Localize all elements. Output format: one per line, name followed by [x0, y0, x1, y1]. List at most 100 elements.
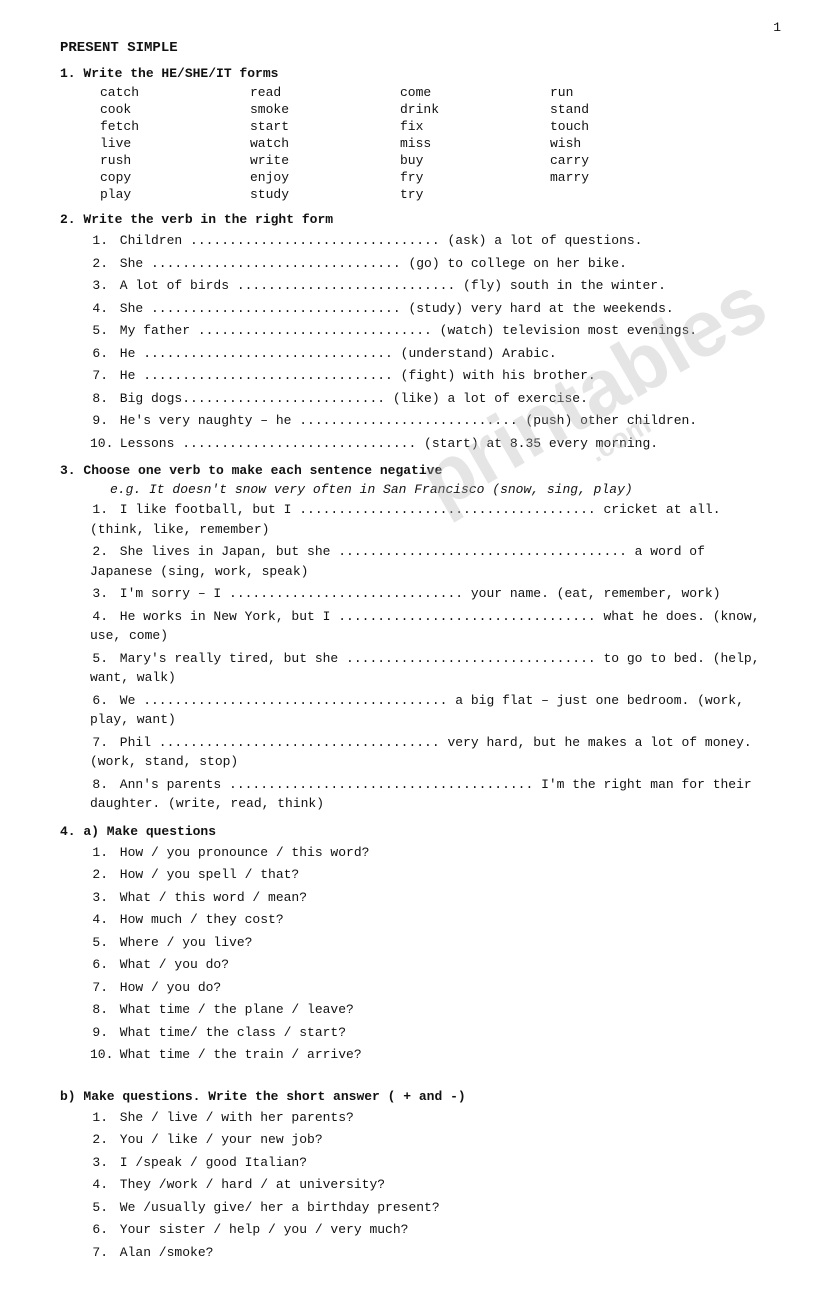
section4a-list: 1. How / you pronounce / this word?2. Ho… — [90, 843, 761, 1065]
verb-grid: catchreadcomerun cooksmokedrinkstand fetch… — [100, 85, 761, 202]
list-item: 2. How / you spell / that? — [90, 865, 761, 885]
verb-item: fix — [400, 119, 550, 134]
item-number: 1. — [90, 1108, 108, 1128]
verb-item: carry — [550, 153, 700, 168]
page-number: 1 — [773, 20, 781, 35]
verb-item: drink — [400, 102, 550, 117]
section3-heading: 3. Choose one verb to make each sentence… — [60, 463, 761, 478]
verb-item: read — [250, 85, 400, 100]
item-number: 4. — [90, 299, 108, 319]
verb-item: cook — [100, 102, 250, 117]
item-number: 10. — [90, 1045, 108, 1065]
item-number: 5. — [90, 933, 108, 953]
list-item: 4. They /work / hard / at university? — [90, 1175, 761, 1195]
item-number: 5. — [90, 649, 108, 669]
item-number: 2. — [90, 542, 108, 562]
list-item: 3. I /speak / good Italian? — [90, 1153, 761, 1173]
item-number: 5. — [90, 1198, 108, 1218]
list-item: 7. Alan /smoke? — [90, 1243, 761, 1263]
verb-item: come — [400, 85, 550, 100]
list-item: 3. I'm sorry – I .......................… — [90, 584, 761, 604]
list-item: 4. He works in New York, but I .........… — [90, 607, 761, 646]
verb-item — [550, 187, 700, 202]
verb-item: fry — [400, 170, 550, 185]
list-item: 1. She / live / with her parents? — [90, 1108, 761, 1128]
verb-item: stand — [550, 102, 700, 117]
list-item: 6. What / you do? — [90, 955, 761, 975]
section3-list: 1. I like football, but I ..............… — [90, 500, 761, 814]
item-number: 3. — [90, 584, 108, 604]
list-item: 2. She lives in Japan, but she .........… — [90, 542, 761, 581]
list-item: 8. Ann's parents .......................… — [90, 775, 761, 814]
verb-item: wish — [550, 136, 700, 151]
verb-item: rush — [100, 153, 250, 168]
list-item: 8. Big dogs.......................... (l… — [90, 389, 761, 409]
section1-heading: 1. Write the HE/SHE/IT forms — [60, 66, 761, 81]
list-item: 1. How / you pronounce / this word? — [90, 843, 761, 863]
verb-item: write — [250, 153, 400, 168]
item-number: 1. — [90, 843, 108, 863]
verb-item: buy — [400, 153, 550, 168]
verb-item: watch — [250, 136, 400, 151]
verb-item: copy — [100, 170, 250, 185]
section2-heading: 2. Write the verb in the right form — [60, 212, 761, 227]
verb-item: miss — [400, 136, 550, 151]
list-item: 8. What time / the plane / leave? — [90, 1000, 761, 1020]
verb-item: fetch — [100, 119, 250, 134]
list-item: 1. Children ............................… — [90, 231, 761, 251]
list-item: 10. What time / the train / arrive? — [90, 1045, 761, 1065]
list-item: 5. We /usually give/ her a birthday pres… — [90, 1198, 761, 1218]
item-number: 3. — [90, 888, 108, 908]
verb-item: smoke — [250, 102, 400, 117]
item-number: 2. — [90, 865, 108, 885]
item-number: 3. — [90, 276, 108, 296]
list-item: 9. He's very naughty – he ..............… — [90, 411, 761, 431]
item-number: 2. — [90, 1130, 108, 1150]
list-item: 7. How / you do? — [90, 978, 761, 998]
list-item: 5. Where / you live? — [90, 933, 761, 953]
item-number: 7. — [90, 733, 108, 753]
list-item: 5. Mary's really tired, but she ........… — [90, 649, 761, 688]
list-item: 5. My father ...........................… — [90, 321, 761, 341]
verb-item: study — [250, 187, 400, 202]
list-item: 9. What time/ the class / start? — [90, 1023, 761, 1043]
verb-item: run — [550, 85, 700, 100]
item-number: 8. — [90, 1000, 108, 1020]
list-item: 6. He ................................ (… — [90, 344, 761, 364]
verb-item: touch — [550, 119, 700, 134]
verb-item: start — [250, 119, 400, 134]
list-item: 6. We ..................................… — [90, 691, 761, 730]
list-item: 6. Your sister / help / you / very much? — [90, 1220, 761, 1240]
list-item: 2. You / like / your new job? — [90, 1130, 761, 1150]
item-number: 5. — [90, 321, 108, 341]
section4b-heading: b) Make questions. Write the short answe… — [60, 1089, 761, 1104]
page-title: PRESENT SIMPLE — [60, 40, 761, 56]
item-number: 10. — [90, 434, 108, 454]
list-item: 7. He ................................ (… — [90, 366, 761, 386]
item-number: 7. — [90, 978, 108, 998]
item-number: 8. — [90, 389, 108, 409]
list-item: 3. What / this word / mean? — [90, 888, 761, 908]
list-item: 1. I like football, but I ..............… — [90, 500, 761, 539]
verb-item: try — [400, 187, 550, 202]
list-item: 10. Lessons ............................… — [90, 434, 761, 454]
verb-item: live — [100, 136, 250, 151]
item-number: 6. — [90, 344, 108, 364]
section3-eg: e.g. It doesn't snow very often in San F… — [110, 482, 761, 497]
item-number: 9. — [90, 1023, 108, 1043]
item-number: 6. — [90, 691, 108, 711]
item-number: 1. — [90, 500, 108, 520]
item-number: 4. — [90, 607, 108, 627]
verb-item: play — [100, 187, 250, 202]
section2-list: 1. Children ............................… — [90, 231, 761, 453]
item-number: 4. — [90, 1175, 108, 1195]
list-item: 4. She ................................ … — [90, 299, 761, 319]
list-item: 7. Phil ................................… — [90, 733, 761, 772]
list-item: 2. She ................................ … — [90, 254, 761, 274]
item-number: 4. — [90, 910, 108, 930]
verb-item: catch — [100, 85, 250, 100]
section4a-heading: 4. a) Make questions — [60, 824, 761, 839]
item-number: 6. — [90, 955, 108, 975]
item-number: 3. — [90, 1153, 108, 1173]
item-number: 1. — [90, 231, 108, 251]
